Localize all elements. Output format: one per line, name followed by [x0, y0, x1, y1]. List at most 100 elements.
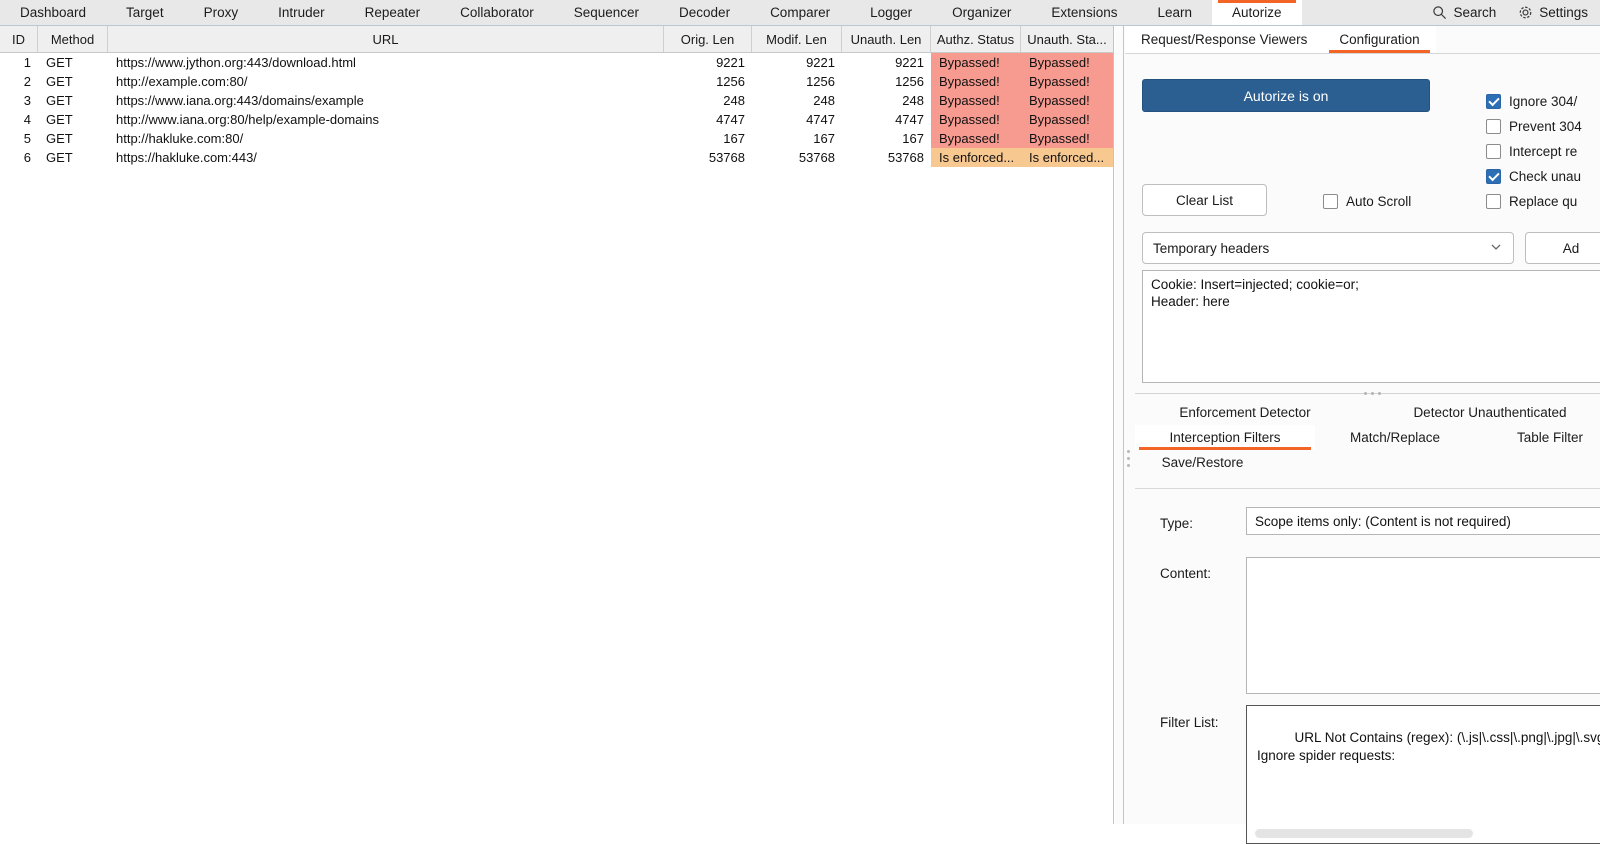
column-header-orig-len[interactable]: Orig. Len — [664, 26, 752, 52]
settings-label: Settings — [1539, 5, 1588, 20]
cell-modif-len: 53768 — [798, 150, 835, 165]
filter-list-hscrollbar[interactable] — [1255, 829, 1473, 838]
tab-decoder[interactable]: Decoder — [659, 0, 750, 25]
cell-authz-status: Bypassed! — [931, 91, 1021, 110]
cell-url: http://hakluke.com:80/ — [116, 131, 244, 146]
tab-target[interactable]: Target — [106, 0, 184, 25]
auto-scroll-checkbox[interactable]: Auto Scroll — [1323, 194, 1411, 209]
cell-unauth-len: 9221 — [895, 55, 924, 70]
option-checkbox-label: Prevent 304 — [1509, 119, 1582, 134]
splitter-grip-icon — [1364, 391, 1381, 395]
cell-method: GET — [46, 55, 73, 70]
option-checkbox-3[interactable]: Check unau — [1486, 169, 1582, 184]
cell-authz-status: Bypassed! — [931, 72, 1021, 91]
tab-logger[interactable]: Logger — [850, 0, 932, 25]
option-checkbox-label: Intercept re — [1509, 144, 1578, 159]
filter-tab-detector-unauthenticated[interactable]: Detector Unauthenticated — [1355, 400, 1600, 425]
cell-url: http://www.iana.org:80/help/example-doma… — [116, 112, 380, 127]
tab-extensions[interactable]: Extensions — [1031, 0, 1137, 25]
gear-icon — [1518, 5, 1533, 20]
tab-repeater[interactable]: Repeater — [345, 0, 441, 25]
option-checkbox-label: Ignore 304/ — [1509, 94, 1578, 109]
subtab-request-response-viewers[interactable]: Request/Response Viewers — [1125, 26, 1324, 53]
tab-intruder[interactable]: Intruder — [258, 0, 345, 25]
column-header-modif-len[interactable]: Modif. Len — [752, 26, 842, 52]
checkbox-box — [1486, 144, 1501, 159]
option-checkbox-1[interactable]: Prevent 304 — [1486, 119, 1582, 134]
cell-orig-len: 53768 — [708, 150, 745, 165]
cell-modif-len: 248 — [813, 93, 835, 108]
cell-method: GET — [46, 93, 73, 108]
tab-organizer[interactable]: Organizer — [932, 0, 1031, 25]
vertical-splitter[interactable] — [1115, 26, 1124, 824]
table-row[interactable]: 2 GET http://example.com:80/1256 1256 1256 By… — [0, 72, 1113, 91]
temporary-headers-textarea[interactable]: Cookie: Insert=injected; cookie=or; Head… — [1142, 270, 1600, 383]
column-header-url[interactable]: URL — [108, 26, 664, 52]
tab-proxy[interactable]: Proxy — [184, 0, 259, 25]
filter-tab-row-2: Interception Filters Match/Replace Table F… — [1135, 425, 1600, 450]
table-row[interactable]: 5 GET http://hakluke.com:80/167 167 167 Bypas… — [0, 129, 1113, 148]
subtab-configuration[interactable]: Configuration — [1323, 26, 1436, 53]
cell-url: https://hakluke.com:443/ — [116, 150, 257, 165]
autorize-results-pane: ID Method URL Orig. Len Modif. Len Unauth. Le… — [0, 26, 1114, 824]
tab-comparer[interactable]: Comparer — [750, 0, 850, 25]
cell-method: GET — [46, 74, 73, 89]
cell-orig-len: 248 — [723, 93, 745, 108]
filter-tab-table-filter[interactable]: Table Filter — [1475, 425, 1600, 450]
filter-tab-group: Enforcement Detector Detector Unauthentic… — [1135, 400, 1600, 475]
cell-modif-len: 9221 — [806, 55, 835, 70]
filter-tab-save-restore[interactable]: Save/Restore — [1135, 450, 1270, 475]
filter-tab-enforcement-detector[interactable]: Enforcement Detector — [1135, 400, 1355, 425]
table-row[interactable]: 4 GET http://www.iana.org:80/help/example-… — [0, 110, 1113, 129]
search-label: Search — [1453, 5, 1497, 20]
cell-method: GET — [46, 131, 73, 146]
cell-authz-status: Is enforced... — [931, 148, 1021, 167]
cell-authz-status: Bypassed! — [931, 110, 1021, 129]
checkbox-box — [1486, 94, 1501, 109]
filter-type-select[interactable]: Scope items only: (Content is not requir… — [1246, 507, 1600, 535]
filter-tab-interception-filters[interactable]: Interception Filters — [1135, 425, 1315, 450]
option-checkbox-label: Check unau — [1509, 169, 1582, 184]
main-tab-bar: Dashboard Target Proxy Intruder Repeater Coll… — [0, 0, 1600, 26]
cell-modif-len: 167 — [813, 131, 835, 146]
clear-list-button[interactable]: Clear List — [1142, 184, 1267, 216]
cell-unauth-status: Bypassed! — [1021, 72, 1113, 91]
cell-id: 2 — [23, 74, 31, 89]
filter-list-box[interactable]: URL Not Contains (regex): (\.js|\.css|\.… — [1246, 705, 1600, 844]
tab-collaborator[interactable]: Collaborator — [440, 0, 554, 25]
column-header-id[interactable]: ID — [0, 26, 38, 52]
cell-unauth-len: 53768 — [887, 150, 924, 165]
content-textarea[interactable] — [1246, 557, 1600, 694]
column-header-method[interactable]: Method — [38, 26, 108, 52]
option-checkbox-0[interactable]: Ignore 304/ — [1486, 94, 1582, 109]
column-header-unauth-sta[interactable]: Unauth. Sta... — [1021, 26, 1113, 52]
table-row[interactable]: 3 GET https://www.iana.org:443/domains/exa… — [0, 91, 1113, 110]
tab-dashboard[interactable]: Dashboard — [0, 0, 106, 25]
cell-unauth-status: Is enforced... — [1021, 148, 1113, 167]
option-checkbox-2[interactable]: Intercept re — [1486, 144, 1582, 159]
tab-learn[interactable]: Learn — [1137, 0, 1212, 25]
filter-tab-match-replace[interactable]: Match/Replace — [1315, 425, 1475, 450]
tab-sequencer[interactable]: Sequencer — [554, 0, 659, 25]
option-checkbox-4[interactable]: Replace qu — [1486, 194, 1582, 209]
filter-list-label: Filter List: — [1160, 715, 1219, 730]
cell-orig-len: 9221 — [716, 55, 745, 70]
config-options-checkboxes: Ignore 304/Prevent 304 Intercept re Check … — [1486, 94, 1582, 219]
search-button[interactable]: Search — [1424, 5, 1504, 20]
main-tabs: Dashboard Target Proxy Intruder Repeater Coll… — [0, 0, 1302, 25]
column-header-unauth-len[interactable]: Unauth. Len — [842, 26, 931, 52]
table-row[interactable]: 6 GET https://hakluke.com:443/53768 53768 53… — [0, 148, 1113, 167]
headers-type-select[interactable]: Temporary headers — [1142, 232, 1514, 264]
column-header-authz-status[interactable]: Authz. Status — [931, 26, 1021, 52]
settings-button[interactable]: Settings — [1510, 5, 1596, 20]
table-row[interactable]: 1 GET https://www.jython.org:443/download.… — [0, 53, 1113, 72]
autorize-toggle-button[interactable]: Autorize is on — [1142, 79, 1430, 112]
add-header-button[interactable]: Ad — [1525, 232, 1600, 264]
horizontal-splitter[interactable] — [1135, 387, 1600, 399]
config-pane: Request/Response Viewers Configuration Au… — [1115, 26, 1600, 844]
auto-scroll-label: Auto Scroll — [1346, 194, 1412, 209]
checkbox-box — [1486, 169, 1501, 184]
cell-unauth-len: 4747 — [895, 112, 924, 127]
cell-id: 4 — [23, 112, 31, 127]
tab-autorize[interactable]: Autorize — [1212, 0, 1302, 25]
